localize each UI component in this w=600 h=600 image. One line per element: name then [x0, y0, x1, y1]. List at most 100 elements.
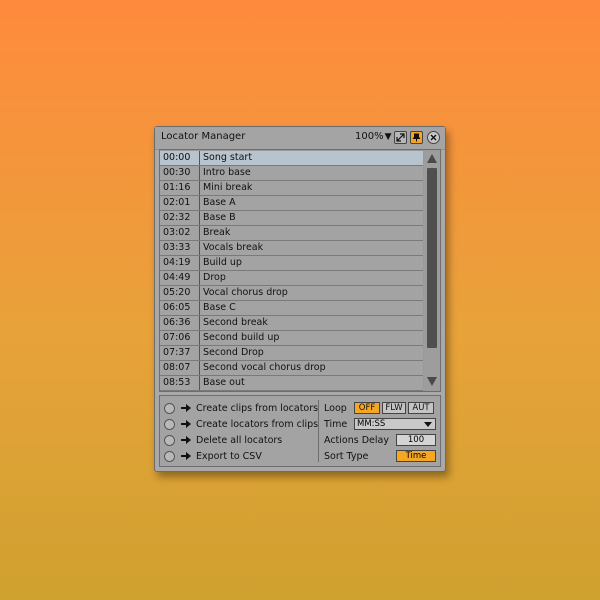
- action-label: Create locators from clips: [196, 418, 319, 430]
- locator-row[interactable]: 06:36 Second break: [160, 316, 423, 331]
- locator-name: Second Drop: [203, 347, 264, 358]
- locator-name: Intro base: [203, 167, 251, 178]
- locator-row[interactable]: 06:05 Base C: [160, 301, 423, 316]
- locator-time: 02:32: [160, 211, 200, 225]
- action-trigger-button[interactable]: [164, 402, 175, 414]
- locator-row[interactable]: 07:37 Second Drop: [160, 346, 423, 361]
- time-format-select[interactable]: MM:SS: [354, 418, 436, 430]
- locator-time: 05:20: [160, 286, 200, 300]
- action-label: Export to CSV: [196, 450, 262, 462]
- locator-row[interactable]: 08:53 Base out: [160, 376, 423, 391]
- action-trigger-button[interactable]: [164, 450, 175, 462]
- locator-time: 00:00: [160, 151, 200, 165]
- locator-list: 00:00 Song start 00:30 Intro base 01:16 Mini …: [159, 149, 441, 392]
- delay-row: Actions Delay 100: [324, 432, 440, 448]
- locator-name: Vocals break: [203, 242, 264, 253]
- locator-row[interactable]: 04:49 Drop: [160, 271, 423, 286]
- expand-button[interactable]: [394, 131, 407, 144]
- locator-name: Second break: [203, 317, 268, 328]
- locator-manager-window: Locator Manager 100%▼ 00:00 Song start 00:…: [154, 126, 446, 472]
- arrow-right-icon: [181, 403, 191, 413]
- locator-time: 03:02: [160, 226, 200, 240]
- locator-row[interactable]: 05:20 Vocal chorus drop: [160, 286, 423, 301]
- locator-name: Second vocal chorus drop: [203, 362, 326, 373]
- locator-time: 06:36: [160, 316, 200, 330]
- locator-row[interactable]: 03:33 Vocals break: [160, 241, 423, 256]
- loop-label: Loop: [324, 403, 347, 414]
- zoom-dropdown[interactable]: 100%▼: [355, 131, 392, 142]
- action-item[interactable]: Create locators from clips: [164, 416, 318, 432]
- window-title: Locator Manager: [161, 131, 246, 142]
- locator-name: Second build up: [203, 332, 280, 343]
- locator-rows: 00:00 Song start 00:30 Intro base 01:16 Mini …: [160, 151, 423, 391]
- close-icon: [430, 134, 437, 141]
- pin-button[interactable]: [410, 131, 423, 144]
- locator-row[interactable]: 08:07 Second vocal chorus drop: [160, 361, 423, 376]
- loop-row: Loop OFF FLW AUT: [324, 400, 440, 416]
- locator-time: 08:07: [160, 361, 200, 375]
- locator-time: 02:01: [160, 196, 200, 210]
- locator-row[interactable]: 01:16 Mini break: [160, 181, 423, 196]
- arrow-right-icon: [181, 419, 191, 429]
- action-label: Create clips from locators: [196, 402, 319, 414]
- locator-name: Song start: [203, 152, 253, 163]
- chevron-down-icon: [424, 422, 432, 427]
- loop-off-button[interactable]: OFF: [354, 402, 380, 414]
- actions-delay-label: Actions Delay: [324, 435, 389, 446]
- locator-time: 07:06: [160, 331, 200, 345]
- locator-name: Vocal chorus drop: [203, 287, 288, 298]
- chevron-down-icon: ▼: [384, 132, 392, 142]
- pin-icon: [412, 133, 421, 142]
- locator-name: Break: [203, 227, 231, 238]
- locator-name: Drop: [203, 272, 226, 283]
- locator-name: Base out: [203, 377, 245, 388]
- expand-icon: [396, 133, 405, 142]
- loop-flw-button[interactable]: FLW: [382, 402, 406, 414]
- locator-name: Mini break: [203, 182, 253, 193]
- close-button[interactable]: [427, 131, 440, 144]
- locator-row[interactable]: 02:01 Base A: [160, 196, 423, 211]
- locator-time: 01:16: [160, 181, 200, 195]
- locator-name: Build up: [203, 257, 242, 268]
- title-bar: Locator Manager 100%▼: [155, 127, 445, 150]
- locator-time: 04:19: [160, 256, 200, 270]
- locator-name: Base B: [203, 212, 236, 223]
- action-label: Delete all locators: [196, 434, 283, 446]
- settings-panel: Loop OFF FLW AUT Time MM:SS Actions Dela…: [324, 400, 440, 464]
- time-format-value: MM:SS: [357, 419, 386, 429]
- locator-time: 04:49: [160, 271, 200, 285]
- scroll-thumb[interactable]: [427, 168, 437, 348]
- locator-time: 07:37: [160, 346, 200, 360]
- arrow-right-icon: [181, 435, 191, 445]
- time-label: Time: [324, 419, 348, 430]
- scroll-down-arrow-icon[interactable]: [427, 377, 437, 386]
- panel-divider: [318, 400, 319, 462]
- loop-aut-button[interactable]: AUT: [408, 402, 434, 414]
- locator-row[interactable]: 00:00 Song start: [160, 151, 423, 166]
- locator-time: 00:30: [160, 166, 200, 180]
- sort-type-button[interactable]: Time: [396, 450, 436, 462]
- arrow-right-icon: [181, 451, 191, 461]
- action-item[interactable]: Create clips from locators: [164, 400, 318, 416]
- locator-row[interactable]: 02:32 Base B: [160, 211, 423, 226]
- locator-name: Base C: [203, 302, 236, 313]
- action-item[interactable]: Export to CSV: [164, 448, 318, 464]
- locator-name: Base A: [203, 197, 236, 208]
- scrollbar[interactable]: [424, 151, 440, 390]
- action-list: Create clips from locators Create locator…: [164, 400, 318, 464]
- locator-time: 06:05: [160, 301, 200, 315]
- time-row: Time MM:SS: [324, 416, 440, 432]
- action-item[interactable]: Delete all locators: [164, 432, 318, 448]
- locator-row[interactable]: 04:19 Build up: [160, 256, 423, 271]
- zoom-value: 100%: [355, 131, 384, 142]
- sort-row: Sort Type Time: [324, 448, 440, 464]
- locator-row[interactable]: 00:30 Intro base: [160, 166, 423, 181]
- action-trigger-button[interactable]: [164, 434, 175, 446]
- sort-type-label: Sort Type: [324, 451, 369, 462]
- locator-time: 03:33: [160, 241, 200, 255]
- locator-row[interactable]: 07:06 Second build up: [160, 331, 423, 346]
- scroll-up-arrow-icon[interactable]: [427, 154, 437, 163]
- action-trigger-button[interactable]: [164, 418, 175, 430]
- actions-delay-input[interactable]: 100: [396, 434, 436, 446]
- locator-row[interactable]: 03:02 Break: [160, 226, 423, 241]
